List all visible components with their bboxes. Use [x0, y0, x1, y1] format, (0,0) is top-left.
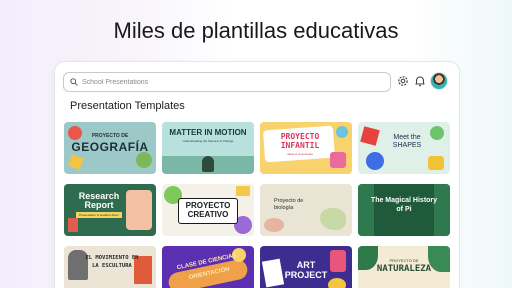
template-title: EL MOVIMIENTO EN LA ESCULTURA: [85, 255, 139, 269]
template-card-escultura[interactable]: EL MOVIMIENTO EN LA ESCULTURA: [64, 246, 156, 288]
decoration: [330, 152, 346, 168]
template-title: NATURALEZA: [376, 264, 432, 274]
template-subtitle: ideas & propuestas: [287, 152, 313, 156]
template-card-naturaleza[interactable]: PROYECTO DE NATURALEZA: [358, 246, 450, 288]
decoration: [136, 152, 152, 168]
template-card-research-report[interactable]: Research Report Presentation to Heather …: [64, 184, 156, 236]
decoration: [68, 218, 78, 232]
decoration: [236, 186, 250, 196]
decoration: [261, 258, 285, 288]
decoration: [430, 126, 444, 140]
template-card-history-of-pi[interactable]: The Magical History of Pi: [358, 184, 450, 236]
template-subtitle: Understanding the Science of Change: [182, 139, 234, 143]
template-title: PROYECTO INFANTIL: [280, 132, 320, 150]
template-label-top: PROYECTO DE: [389, 258, 419, 263]
template-title: The Magical History of Pi: [370, 197, 438, 213]
template-title: Research Report: [78, 191, 120, 210]
decoration: [126, 190, 152, 230]
page-headline: Miles de plantillas educativas: [113, 18, 399, 43]
search-input[interactable]: [82, 78, 382, 86]
template-subtitle: Presentation to Heather Alvez: [76, 212, 122, 218]
section-title: Presentation Templates: [70, 100, 185, 112]
template-title: GEOGRAFÍA: [71, 140, 149, 154]
decoration: [264, 218, 284, 232]
template-label-top: PROYECTO DE: [91, 133, 129, 139]
decoration: [360, 126, 380, 146]
bell-icon[interactable]: [413, 74, 427, 88]
decoration: [68, 154, 84, 170]
decoration: [336, 126, 348, 138]
decoration: [428, 156, 444, 170]
template-title: ART PROJECT: [284, 260, 328, 280]
decoration: [366, 152, 384, 170]
decoration: [320, 208, 346, 230]
search-bar[interactable]: [63, 72, 391, 92]
template-title: PROYECTO CREATIVO: [185, 201, 231, 219]
search-icon: [70, 78, 78, 86]
decoration: [202, 156, 214, 172]
template-card-clase-de-ciencias[interactable]: CLASE DE CIENCIAS ORIENTACIÓN: [162, 246, 254, 288]
template-title: MATTER IN MOTION: [169, 128, 247, 137]
avatar[interactable]: [430, 72, 448, 90]
template-card-meet-the-shapes[interactable]: Meet the SHAPES: [358, 122, 450, 174]
template-title: Meet the SHAPES: [392, 134, 422, 149]
app-window: Presentation Templates PROYECTO DE GEOGR…: [55, 62, 459, 288]
decoration: [330, 250, 346, 272]
template-card-proyecto-creativo[interactable]: PROYECTO CREATIVO: [162, 184, 254, 236]
template-card-art-project[interactable]: ART PROJECT: [260, 246, 352, 288]
decoration: [328, 278, 346, 288]
template-card-geografia[interactable]: PROYECTO DE GEOGRAFÍA: [64, 122, 156, 174]
template-card-proyecto-infantil[interactable]: PROYECTO INFANTIL ideas & propuestas: [260, 122, 352, 174]
template-card-biologia[interactable]: Proyecto de biología: [260, 184, 352, 236]
gear-icon[interactable]: [396, 74, 410, 88]
template-title: Proyecto de biología: [274, 198, 304, 211]
template-card-matter-in-motion[interactable]: MATTER IN MOTION Understanding the Scien…: [162, 122, 254, 174]
